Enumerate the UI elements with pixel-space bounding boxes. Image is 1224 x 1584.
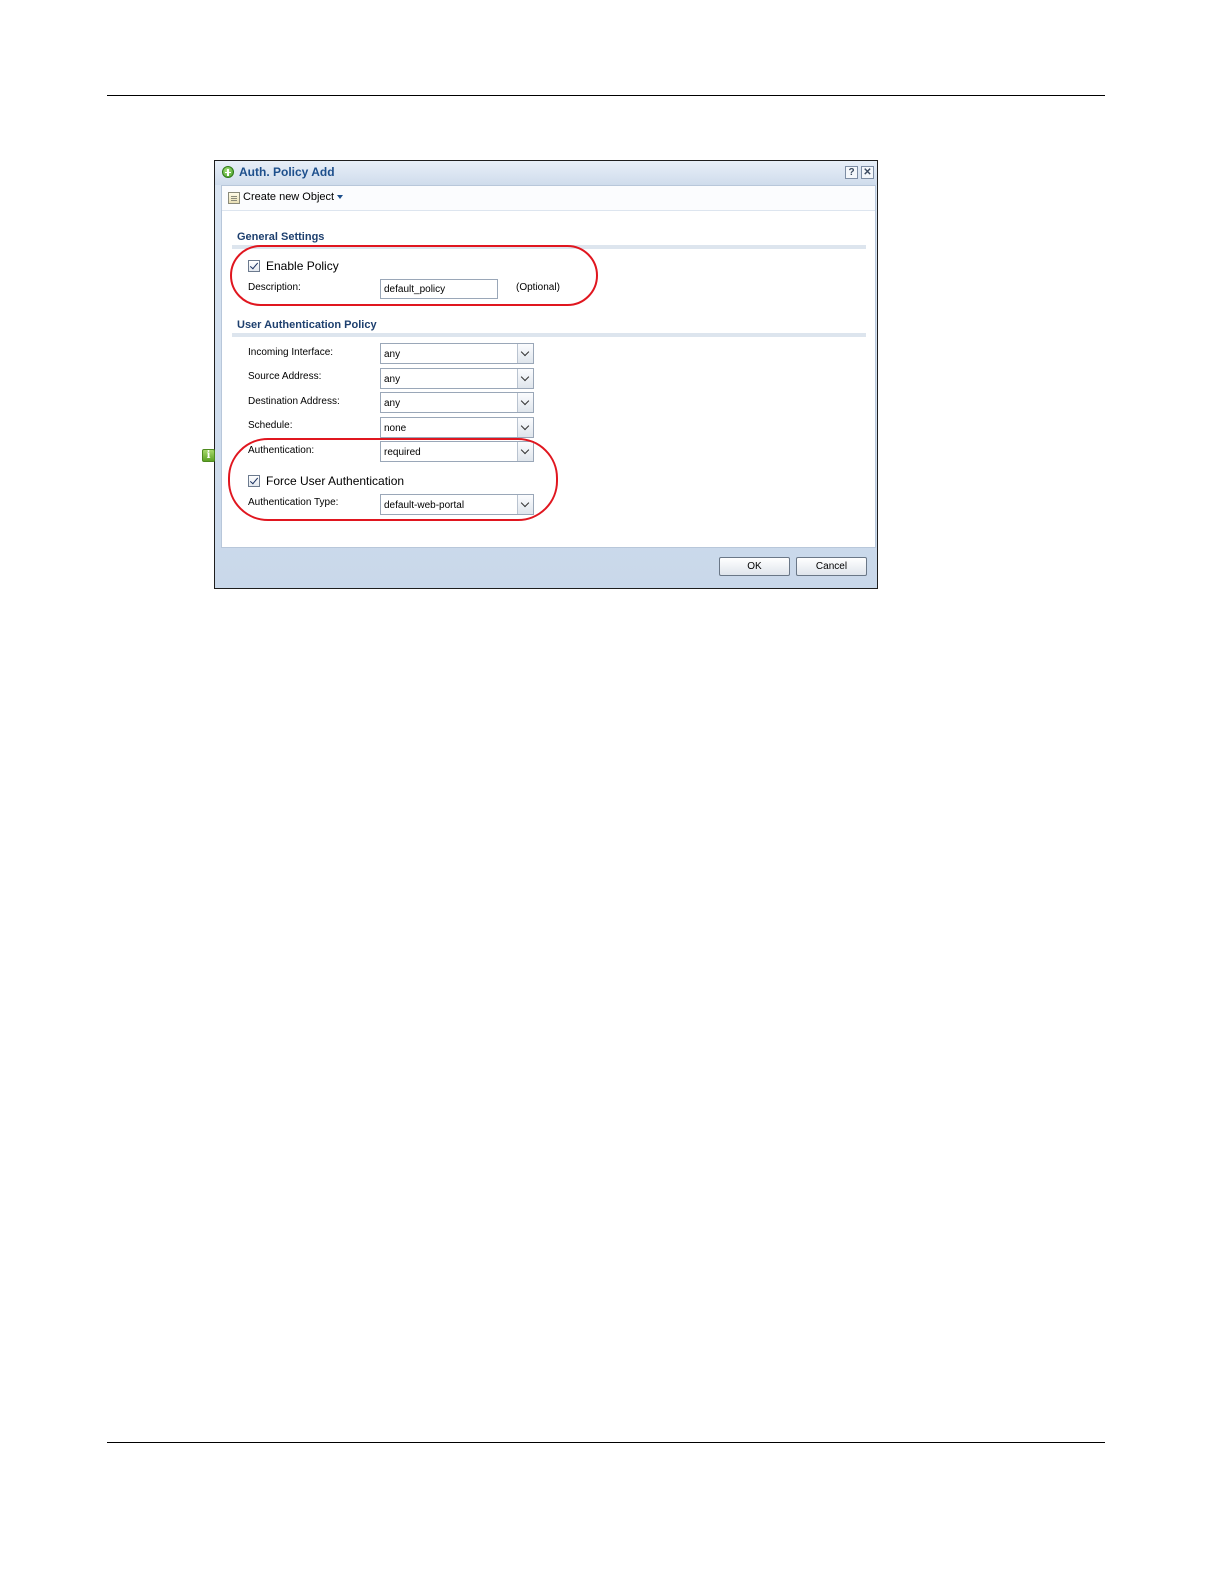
source-address-label: Source Address:	[248, 371, 322, 382]
ok-button[interactable]: OK	[719, 557, 790, 576]
highlight-ellipse-authentication	[228, 438, 558, 521]
chevron-down-icon[interactable]	[517, 393, 533, 412]
new-object-icon	[228, 192, 240, 204]
chevron-down-icon	[337, 195, 344, 200]
schedule-value: none	[384, 423, 407, 434]
chevron-down-icon[interactable]	[517, 369, 533, 388]
schedule-select[interactable]: none	[380, 417, 534, 438]
chevron-down-icon[interactable]	[517, 344, 533, 363]
close-button[interactable]: ✕	[861, 166, 874, 179]
dialog-title: Auth. Policy Add	[239, 165, 335, 179]
incoming-interface-value: any	[384, 349, 401, 360]
create-new-object-label: Create new Object	[243, 191, 335, 203]
help-button[interactable]: ?	[845, 166, 858, 179]
section-divider	[232, 333, 866, 337]
source-address-value: any	[384, 374, 401, 385]
chevron-down-icon[interactable]	[517, 418, 533, 437]
incoming-interface-select[interactable]: any	[380, 343, 534, 364]
create-new-object-menu[interactable]: Create new Object	[243, 191, 344, 203]
dialog-toolbar: Create new Object	[222, 186, 875, 211]
auth-policy-add-dialog: Auth. Policy Add ? ✕ Create new Object G…	[214, 160, 878, 589]
highlight-ellipse-general	[230, 245, 598, 306]
page-top-rule	[107, 95, 1105, 96]
cancel-button[interactable]: Cancel	[796, 557, 867, 576]
schedule-label: Schedule:	[248, 420, 293, 431]
dialog-titlebar: Auth. Policy Add ? ✕	[215, 161, 877, 185]
info-icon[interactable]: i	[202, 449, 215, 462]
destination-address-value: any	[384, 398, 401, 409]
section-title-user-auth-policy: User Authentication Policy	[237, 319, 377, 331]
source-address-select[interactable]: any	[380, 368, 534, 389]
add-icon	[222, 166, 234, 178]
page-bottom-rule	[107, 1442, 1105, 1443]
section-title-general-settings: General Settings	[237, 231, 325, 243]
destination-address-select[interactable]: any	[380, 392, 534, 413]
destination-address-label: Destination Address:	[248, 396, 340, 407]
incoming-interface-label: Incoming Interface:	[248, 347, 334, 358]
